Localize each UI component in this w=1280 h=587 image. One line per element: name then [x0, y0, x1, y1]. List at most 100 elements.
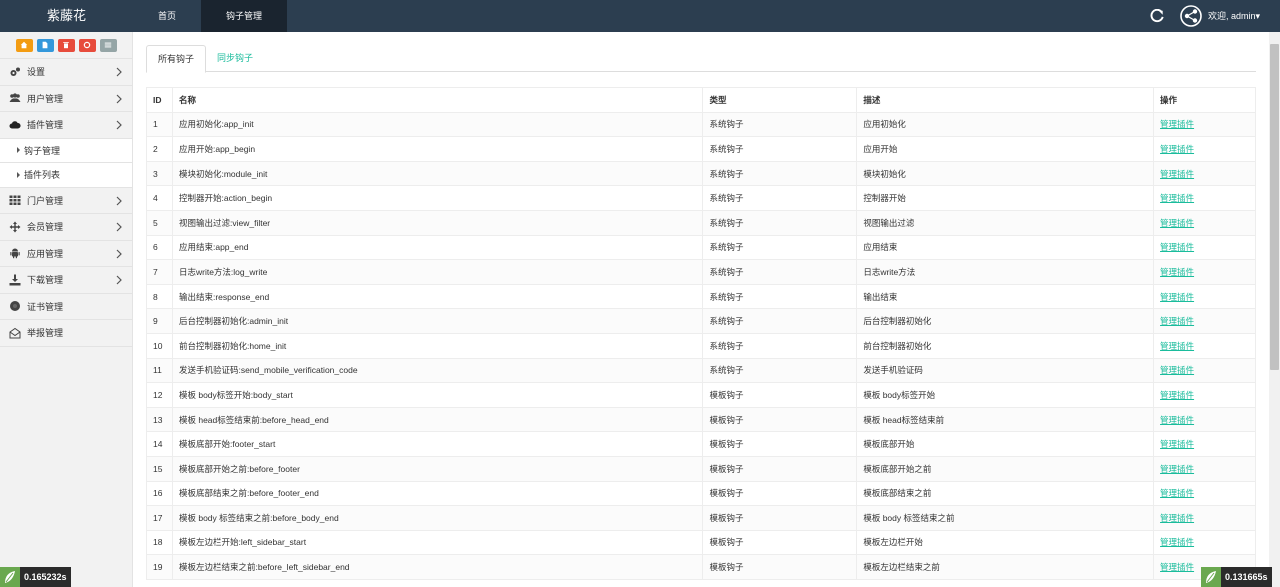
cell-id: 17: [146, 505, 173, 531]
sidebar-item-users[interactable]: 用户管理: [0, 86, 132, 112]
cell-type: 模板钩子: [702, 382, 858, 408]
debug-timer-left[interactable]: 0.165232s: [0, 567, 71, 587]
trash-icon: [63, 42, 69, 49]
share-avatar-icon[interactable]: [1180, 5, 1202, 27]
nav-home[interactable]: 首页: [133, 0, 201, 32]
user-dropdown[interactable]: 欢迎, admin▾: [1208, 0, 1260, 32]
cell-description: 模板 head标签结束前: [856, 406, 1155, 433]
manage-plugin-link[interactable]: 管理插件: [1160, 267, 1194, 277]
sidebar-item-portal[interactable]: 门户管理: [0, 188, 132, 214]
cell-description: 前台控制器初始化: [856, 332, 1155, 359]
chevron-right-icon: [116, 275, 122, 285]
manage-plugin-link[interactable]: 管理插件: [1160, 390, 1194, 400]
column-header-id[interactable]: ID: [146, 87, 173, 113]
list-shortcut-button[interactable]: [99, 38, 117, 52]
sidebar-subitem-hooks[interactable]: 钩子管理: [0, 138, 132, 163]
manage-plugin-link[interactable]: 管理插件: [1160, 488, 1194, 498]
table-row: 10 前台控制器初始化:home_init 系统钩子 前台控制器初始化 管理插件: [146, 332, 1256, 359]
manage-plugin-link[interactable]: 管理插件: [1160, 292, 1194, 302]
cell-description: 模板底部结束之前: [856, 480, 1155, 507]
brand-logo[interactable]: 紫藤花: [0, 0, 133, 32]
trash-shortcut-button[interactable]: [57, 38, 75, 52]
sidebar-item-label: 插件管理: [27, 120, 64, 131]
column-header-type[interactable]: 类型: [702, 87, 858, 113]
cell-name: 模块初始化:module_init: [171, 160, 704, 187]
caret-right-icon: [17, 171, 20, 178]
sidebar-subitem-plugin-list[interactable]: 插件列表: [0, 163, 132, 188]
cell-id: 5: [146, 209, 173, 236]
refresh-icon[interactable]: [1150, 9, 1164, 23]
tab-bar: 所有钩子 同步钩子: [146, 45, 1256, 73]
debug-timer-right[interactable]: 0.131665s: [1201, 567, 1272, 587]
sidebar-subitem-label: 钩子管理: [24, 145, 61, 156]
cell-type: 模板钩子: [702, 455, 858, 482]
sidebar-item-members[interactable]: 会员管理: [0, 214, 132, 241]
chevron-right-icon: [116, 249, 122, 258]
manage-plugin-link[interactable]: 管理插件: [1160, 218, 1194, 228]
table-row: 16 模板底部结束之前:before_footer_end 模板钩子 模板底部结束之前…: [146, 480, 1256, 507]
sidebar-item-label: 用户管理: [27, 93, 64, 104]
chevron-right-icon: [116, 222, 122, 232]
cell-description: 模板 body标签开始: [856, 382, 1155, 408]
table-row: 7 日志write方法:log_write 系统钩子 日志write方法 管理插件: [146, 259, 1256, 285]
cell-type: 系统钩子: [702, 185, 858, 211]
sidebar-item-settings[interactable]: 设置: [0, 59, 132, 86]
manage-plugin-link[interactable]: 管理插件: [1160, 316, 1194, 326]
column-header-description[interactable]: 描述: [856, 87, 1155, 113]
scrollbar-thumb[interactable]: [1270, 44, 1279, 370]
cell-name: 应用初始化:app_init: [171, 111, 704, 138]
table-cell: 管理插件: [1153, 160, 1256, 187]
cell-name: 模板 body标签开始:body_start: [171, 382, 704, 408]
sidebar-item-certificates[interactable]: 证书管理: [0, 294, 132, 320]
cell-id: 19: [146, 554, 173, 580]
cell-id: 11: [146, 357, 173, 384]
sidebar-item-label: 会员管理: [27, 222, 64, 233]
cell-name: 模板左边栏开始:left_sidebar_start: [171, 529, 704, 556]
manage-plugin-link[interactable]: 管理插件: [1160, 537, 1194, 547]
home-shortcut-button[interactable]: [15, 38, 33, 52]
sidebar-item-downloads[interactable]: 下载管理: [0, 267, 132, 294]
cell-id: 8: [146, 283, 173, 310]
cell-description: 应用开始: [856, 136, 1155, 162]
leaf-logo-icon: [1201, 567, 1221, 587]
table-cell: 管理插件: [1153, 455, 1256, 482]
cell-type: 模板钩子: [702, 480, 858, 507]
manage-plugin-link[interactable]: 管理插件: [1160, 439, 1194, 449]
leaf-logo-icon: [0, 567, 20, 587]
cell-description: 模板左边栏开始: [856, 529, 1155, 556]
table-cell: 管理插件: [1153, 480, 1256, 507]
sidebar-item-reports[interactable]: 举报管理: [0, 320, 132, 347]
cell-type: 系统钩子: [702, 160, 858, 187]
manage-plugin-link[interactable]: 管理插件: [1160, 415, 1194, 425]
manage-plugin-link[interactable]: 管理插件: [1160, 169, 1194, 179]
cell-type: 模板钩子: [702, 554, 858, 580]
sidebar: 设置 用户管理 插件管理 钩子管理 插件列表 门户管理 会员管理 应用管理 下载…: [0, 32, 133, 587]
manage-plugin-link[interactable]: 管理插件: [1160, 119, 1194, 129]
manage-plugin-link[interactable]: 管理插件: [1160, 365, 1194, 375]
cell-name: 模板 body 标签结束之前:before_body_end: [171, 505, 704, 531]
sidebar-item-apps[interactable]: 应用管理: [0, 241, 132, 267]
manage-plugin-link[interactable]: 管理插件: [1160, 513, 1194, 523]
tab-all-hooks[interactable]: 所有钩子: [146, 45, 207, 73]
table-row: 12 模板 body标签开始:body_start 模板钩子 模板 body标签开始管…: [146, 382, 1256, 408]
manage-plugin-link[interactable]: 管理插件: [1160, 562, 1194, 572]
manage-plugin-link[interactable]: 管理插件: [1160, 144, 1194, 154]
nav-hook-management[interactable]: 钩子管理: [201, 0, 288, 32]
cell-type: 系统钩子: [702, 259, 858, 285]
column-header-name[interactable]: 名称: [171, 87, 704, 113]
manage-plugin-link[interactable]: 管理插件: [1160, 242, 1194, 252]
table-cell: 管理插件: [1153, 308, 1256, 334]
manage-plugin-link[interactable]: 管理插件: [1160, 341, 1194, 351]
manage-plugin-link[interactable]: 管理插件: [1160, 193, 1194, 203]
manage-plugin-link[interactable]: 管理插件: [1160, 464, 1194, 474]
sidebar-item-label: 举报管理: [27, 328, 64, 339]
cell-id: 1: [146, 111, 173, 138]
table-cell: 管理插件: [1153, 111, 1256, 138]
file-shortcut-button[interactable]: [36, 38, 54, 52]
column-header-actions[interactable]: 操作: [1153, 87, 1256, 113]
cell-description: 日志write方法: [856, 259, 1155, 285]
sidebar-item-plugins[interactable]: 插件管理: [0, 112, 132, 139]
recycle-shortcut-button[interactable]: [78, 38, 96, 52]
tab-sync-hooks[interactable]: 同步钩子: [206, 45, 264, 72]
cell-description: 后台控制器初始化: [856, 308, 1155, 334]
